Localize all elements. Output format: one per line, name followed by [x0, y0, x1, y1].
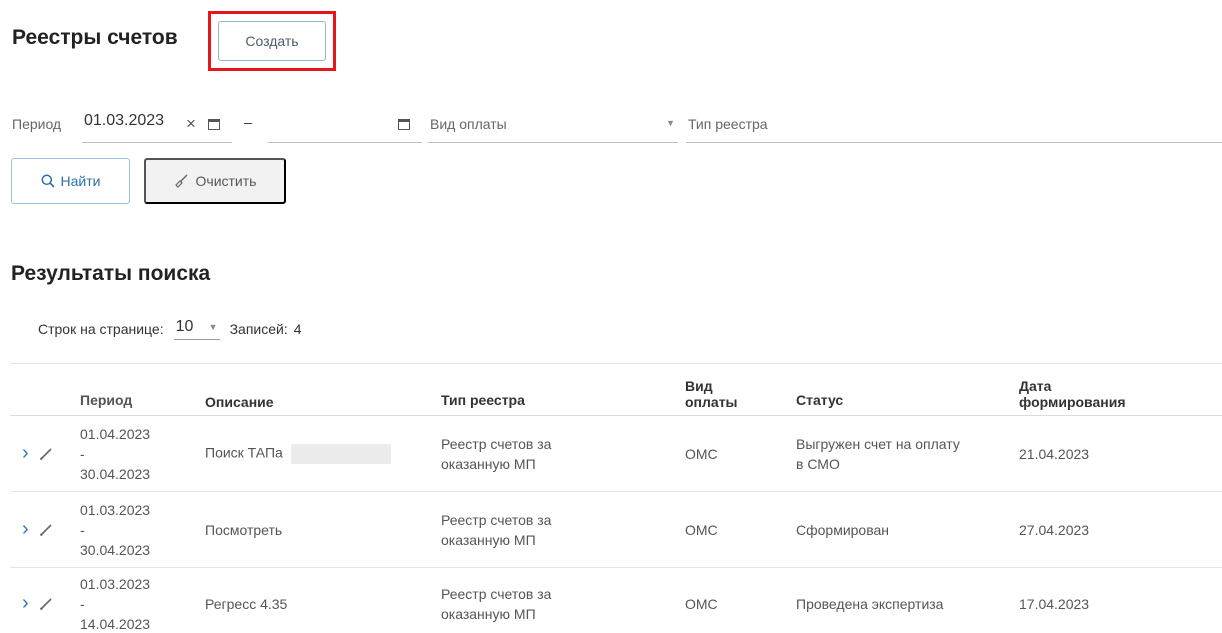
rows-per-page-value: 10 [175, 318, 194, 335]
registry-type-input[interactable]: Тип реестра [688, 116, 768, 132]
results-table: Период Описание Тип реестра Вид оплаты С… [10, 363, 1222, 633]
actions-header [10, 363, 80, 416]
cell-date: 21.04.2023 [1019, 415, 1222, 492]
period-separator: – [244, 114, 252, 130]
registry-type-line1: Реестр счетов за [441, 435, 552, 452]
column-header-payment-type[interactable]: Вид оплаты [685, 363, 796, 416]
cell-period: 01.04.2023 - 30.04.2023 [80, 415, 205, 492]
status-line2: в СМО [796, 455, 840, 472]
calendar-icon[interactable] [398, 119, 410, 130]
period-from: 01.04.2023 [80, 425, 151, 442]
chevron-right-icon[interactable]: › [22, 592, 29, 615]
clear-button[interactable]: Очистить [144, 158, 286, 204]
column-header-period[interactable]: Период [80, 363, 205, 416]
cell-registry-type: Реестр счетов за оказанную МП [441, 415, 685, 492]
period-to: 30.04.2023 [80, 465, 151, 482]
column-header-status[interactable]: Статус [796, 363, 1019, 416]
date-header-line1: Дата [1019, 378, 1052, 394]
filter-bar: Период 01.03.2023 × – Вид оплаты ▼ Тип р… [10, 106, 1222, 146]
period-dash: - [80, 595, 85, 612]
calendar-icon[interactable] [208, 119, 220, 130]
period-to: 30.04.2023 [80, 541, 151, 558]
row-actions: › [10, 567, 80, 633]
payment-header-line1: Вид [685, 378, 713, 394]
cell-date: 27.04.2023 [1019, 491, 1222, 568]
cell-status: Сформирован [796, 491, 1019, 568]
period-dash: - [80, 521, 85, 538]
description-text: Поиск ТАПа [205, 444, 283, 461]
registry-type-line2: оказанную МП [441, 605, 536, 622]
cell-registry-type: Реестр счетов за оказанную МП [441, 567, 685, 633]
search-icon [41, 174, 55, 188]
cell-period: 01.03.2023 - 14.04.2023 [80, 567, 205, 633]
broom-icon [174, 174, 188, 188]
results-title: Результаты поиска [11, 262, 211, 285]
cell-period: 01.03.2023 - 30.04.2023 [80, 491, 205, 568]
payment-header-line2: оплаты [685, 394, 738, 410]
cell-payment-type: ОМС [685, 415, 796, 492]
registry-type-underline [686, 142, 1222, 143]
cell-registry-type: Реестр счетов за оказанную МП [441, 491, 685, 568]
registry-type-line1: Реестр счетов за [441, 585, 552, 602]
cell-status: Выгружен счет на оплату в СМО [796, 415, 1019, 492]
pagination-settings: Строк на странице: 10 ▼ Записей: 4 [38, 318, 302, 340]
row-actions: › [10, 491, 80, 568]
column-header-description[interactable]: Описание [205, 363, 441, 416]
table-row[interactable]: › 01.03.2023 - 30.04.2023 Посмотреть Рее… [10, 491, 1222, 568]
create-button-highlight: Создать [208, 11, 336, 71]
period-label: Период [12, 116, 62, 132]
period-from-field [82, 142, 232, 143]
find-button[interactable]: Найти [11, 158, 130, 204]
records-count: 4 [293, 321, 302, 337]
records-label: Записей: [229, 321, 288, 337]
rows-per-page-select[interactable]: 10 ▼ [173, 318, 220, 340]
payment-type-underline [428, 142, 678, 143]
table-row[interactable]: › 01.03.2023 - 14.04.2023 Регресс 4.35 Р… [10, 567, 1222, 633]
period-to: 14.04.2023 [80, 615, 151, 632]
chevron-down-icon: ▼ [208, 322, 218, 332]
redacted-area [290, 443, 391, 464]
row-actions: › [10, 415, 80, 492]
period-dash: - [80, 445, 85, 462]
payment-type-select[interactable]: Вид оплаты [430, 116, 507, 132]
chevron-down-icon[interactable]: ▼ [666, 118, 675, 128]
cell-description: Посмотреть [205, 491, 441, 568]
chevron-right-icon[interactable]: › [22, 442, 29, 465]
cell-status: Проведена экспертиза [796, 567, 1019, 633]
cell-description: Регресс 4.35 [205, 567, 441, 633]
find-button-label: Найти [60, 173, 101, 189]
pencil-icon[interactable] [39, 447, 53, 461]
cell-payment-type: ОМС [685, 491, 796, 568]
cell-payment-type: ОМС [685, 567, 796, 633]
pencil-icon[interactable] [39, 597, 53, 611]
cell-date: 17.04.2023 [1019, 567, 1222, 633]
page-title: Реестры счетов [12, 26, 178, 49]
close-icon[interactable]: × [186, 114, 196, 134]
column-header-date[interactable]: Дата формирования [1019, 363, 1222, 416]
table-header-row: Период Описание Тип реестра Вид оплаты С… [10, 363, 1222, 416]
create-button[interactable]: Создать [218, 21, 326, 61]
registry-type-line2: оказанную МП [441, 455, 536, 472]
registry-type-line1: Реестр счетов за [441, 511, 552, 528]
registry-type-line2: оказанную МП [441, 531, 536, 548]
table-row[interactable]: › 01.04.2023 - 30.04.2023 Поиск ТАПа Рее… [10, 415, 1222, 492]
period-from: 01.03.2023 [80, 575, 151, 592]
period-to-field[interactable] [268, 142, 422, 143]
pencil-icon[interactable] [39, 523, 53, 537]
period-from: 01.03.2023 [80, 501, 151, 518]
date-header-line2: формирования [1019, 394, 1126, 410]
chevron-right-icon[interactable]: › [22, 518, 29, 541]
status-line1: Выгружен счет на оплату [796, 435, 960, 452]
clear-button-label: Очистить [195, 173, 257, 189]
cell-description: Поиск ТАПа [205, 415, 441, 492]
period-from-value[interactable]: 01.03.2023 [84, 112, 164, 130]
rows-per-page-label: Строк на странице: [38, 321, 164, 337]
column-header-registry-type[interactable]: Тип реестра [441, 363, 685, 416]
